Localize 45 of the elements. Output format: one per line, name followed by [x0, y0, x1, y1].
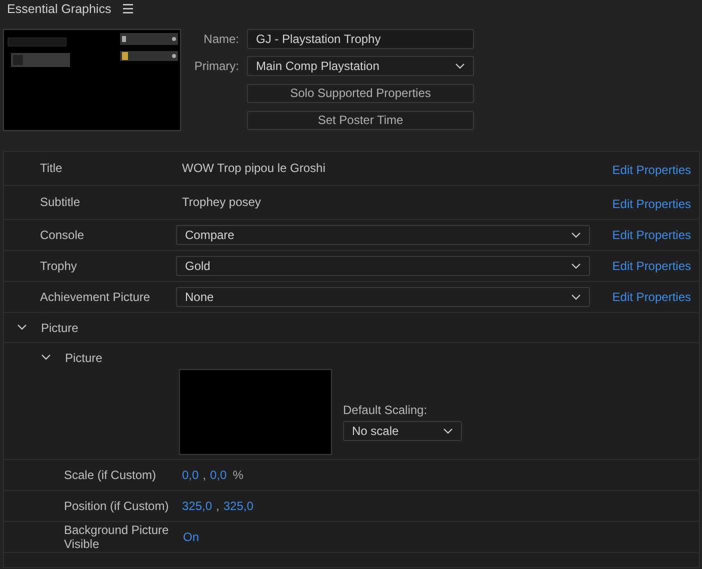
property-label: Scale (if Custom) [64, 468, 158, 482]
group-label: Picture [65, 351, 102, 365]
collapse-icon[interactable] [41, 354, 51, 362]
group-label: Picture [41, 320, 78, 334]
property-label: Background Picture Visible [64, 523, 170, 551]
value-scrubber[interactable]: 325,0 [182, 499, 212, 513]
value-scrubber[interactable]: 0,0 [182, 468, 199, 482]
dropdown[interactable]: Gold [176, 256, 590, 276]
caret-icon [571, 263, 582, 269]
dropdown[interactable]: No scale [343, 421, 462, 441]
property-label: Subtitle [40, 195, 82, 209]
property-label: Console [40, 228, 86, 242]
caret-icon [571, 294, 582, 300]
panel-title: Essential Graphics [7, 2, 112, 16]
value-scrubber[interactable]: 0,0 [210, 468, 227, 482]
name-field[interactable]: GJ - Playstation Trophy [247, 29, 474, 49]
property-value: WOW Trop pipou le Groshi [181, 161, 326, 175]
edit-properties-link[interactable]: Edit Properties [612, 228, 691, 242]
dropdown[interactable]: Main Comp Playstation [247, 56, 474, 76]
collapse-icon[interactable] [17, 324, 27, 332]
menu-icon[interactable] [123, 4, 134, 14]
edit-properties-link[interactable]: Edit Properties [612, 290, 691, 304]
caret-icon [571, 232, 582, 238]
toggle-value[interactable]: On [183, 530, 200, 544]
property-label: Achievement Picture [40, 290, 152, 304]
property-label: Title [40, 161, 64, 175]
field-label: Primary: [193, 59, 239, 73]
edit-properties-link[interactable]: Edit Properties [612, 197, 691, 211]
button[interactable]: Solo Supported Properties [247, 84, 474, 102]
property-label: Position (if Custom) [64, 499, 170, 513]
value-scrubber[interactable]: 325,0 [223, 499, 254, 513]
separator: , [202, 468, 206, 482]
property-label: Trophy [40, 259, 78, 273]
edit-properties-link[interactable]: Edit Properties [612, 259, 691, 273]
edit-properties-link[interactable]: Edit Properties [612, 163, 691, 177]
field-label: Default Scaling: [343, 403, 428, 417]
separator: , [216, 499, 220, 513]
field-label: Name: [202, 32, 239, 46]
button[interactable]: Set Poster Time [247, 110, 474, 130]
property-value: Trophey posey [181, 195, 262, 209]
dropdown[interactable]: Compare [176, 225, 590, 245]
unit-label: % [232, 468, 244, 482]
dropdown[interactable]: None [176, 287, 590, 307]
caret-icon [443, 428, 453, 434]
caret-icon [455, 63, 465, 69]
